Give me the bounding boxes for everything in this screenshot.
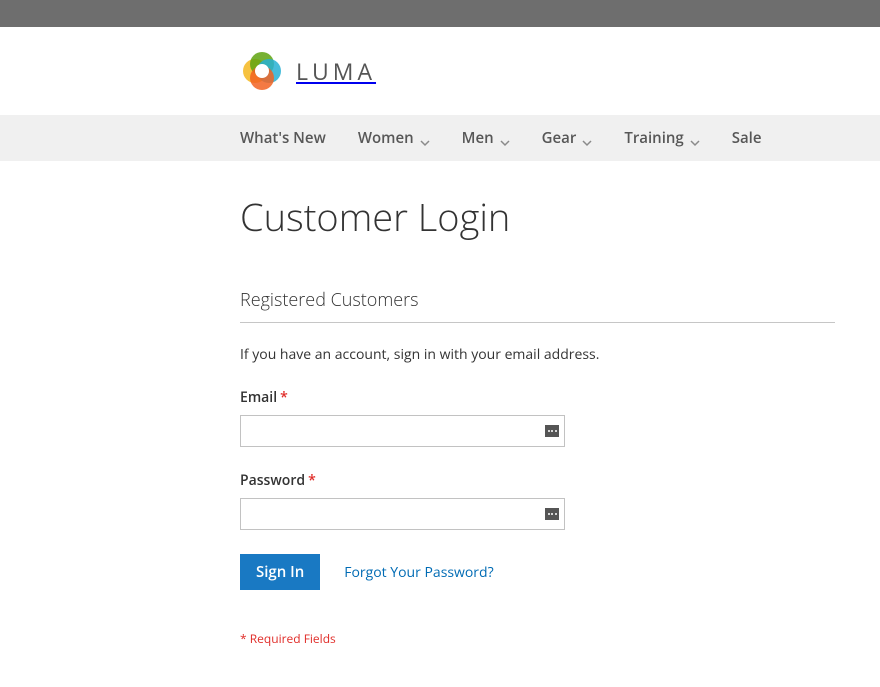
password-input-wrapper bbox=[240, 498, 565, 530]
email-label-text: Email bbox=[240, 388, 277, 407]
nav-whats-new[interactable]: What's New bbox=[240, 128, 326, 148]
signin-button[interactable]: Sign In bbox=[240, 554, 320, 590]
section-description: If you have an account, sign in with you… bbox=[240, 345, 835, 364]
header: LUMA bbox=[0, 27, 880, 115]
nav-list: What's New Women Men Gear Training bbox=[0, 128, 880, 148]
password-label: Password* bbox=[240, 471, 835, 490]
logo-text: LUMA bbox=[296, 55, 376, 87]
email-group: Email* bbox=[240, 388, 835, 447]
luma-logo-icon bbox=[240, 49, 284, 93]
nav-label: Men bbox=[462, 128, 494, 148]
nav-sale[interactable]: Sale bbox=[732, 128, 762, 148]
logo-link[interactable]: LUMA bbox=[240, 49, 640, 93]
top-bar bbox=[0, 0, 880, 27]
nav-label: Training bbox=[624, 128, 683, 148]
main-nav: What's New Women Men Gear Training bbox=[0, 115, 880, 161]
password-group: Password* bbox=[240, 471, 835, 530]
email-label: Email* bbox=[240, 388, 835, 407]
required-fields-note: * Required Fields bbox=[240, 630, 835, 647]
autofill-icon[interactable] bbox=[545, 425, 559, 437]
autofill-icon[interactable] bbox=[545, 508, 559, 520]
chevron-down-icon bbox=[500, 133, 510, 143]
nav-gear[interactable]: Gear bbox=[542, 128, 593, 148]
email-input-wrapper bbox=[240, 415, 565, 447]
main-content: Customer Login Registered Customers If y… bbox=[0, 161, 835, 687]
form-actions: Sign In Forgot Your Password? bbox=[240, 554, 835, 590]
section-title: Registered Customers bbox=[240, 288, 835, 323]
password-input[interactable] bbox=[240, 498, 565, 530]
page-title: Customer Login bbox=[240, 191, 835, 243]
forgot-password-link[interactable]: Forgot Your Password? bbox=[344, 563, 493, 582]
nav-label: What's New bbox=[240, 128, 326, 148]
required-asterisk: * bbox=[308, 471, 316, 490]
password-label-text: Password bbox=[240, 471, 305, 490]
chevron-down-icon bbox=[582, 133, 592, 143]
nav-training[interactable]: Training bbox=[624, 128, 699, 148]
nav-men[interactable]: Men bbox=[462, 128, 510, 148]
chevron-down-icon bbox=[420, 133, 430, 143]
nav-label: Gear bbox=[542, 128, 577, 148]
required-asterisk: * bbox=[280, 388, 288, 407]
nav-label: Women bbox=[358, 128, 414, 148]
nav-label: Sale bbox=[732, 128, 762, 148]
email-input[interactable] bbox=[240, 415, 565, 447]
nav-women[interactable]: Women bbox=[358, 128, 430, 148]
chevron-down-icon bbox=[690, 133, 700, 143]
